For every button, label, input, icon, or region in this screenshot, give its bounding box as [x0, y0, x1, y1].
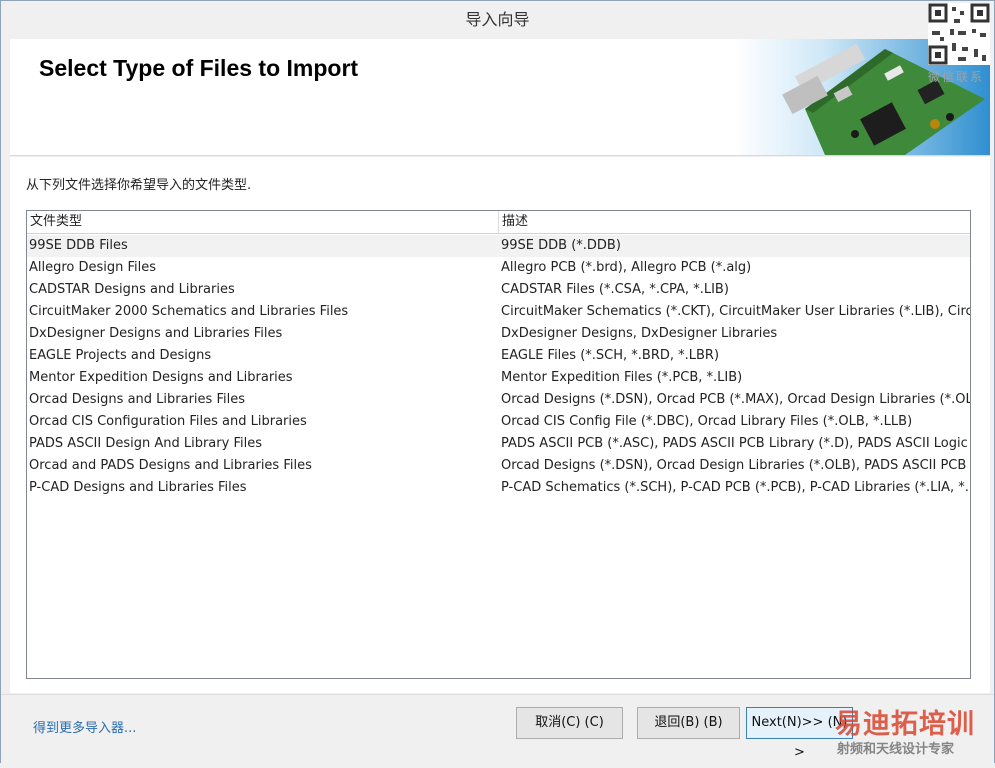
import-wizard-window: 导入向导 Select Type of Files to Import 从下列文… [0, 0, 995, 763]
list-rows: 99SE DDB Files 99SE DDB (*.DDB) Allegro De… [27, 235, 970, 499]
instruction-text: 从下列文件选择你希望导入的文件类型. [26, 178, 252, 193]
cancel-button[interactable]: 取消(C) (C) [516, 707, 623, 739]
list-item[interactable]: EAGLE Projects and Designs EAGLE Files (*… [27, 345, 970, 367]
list-item[interactable]: Orcad Designs and Libraries Files Orcad D… [27, 389, 970, 411]
get-more-importers-link[interactable]: 得到更多导入器... [33, 717, 136, 736]
file-type-cell: Mentor Expedition Designs and Libraries [29, 370, 293, 385]
file-type-cell: Orcad Designs and Libraries Files [29, 392, 245, 407]
list-header: 文件类型 描述 [27, 211, 970, 234]
description-cell: CADSTAR Files (*.CSA, *.CPA, *.LIB) [501, 282, 729, 297]
list-item[interactable]: CADSTAR Designs and Libraries CADSTAR Fil… [27, 279, 970, 301]
page-title: Select Type of Files to Import [39, 55, 359, 81]
list-item[interactable]: DxDesigner Designs and Libraries Files Dx… [27, 323, 970, 345]
wizard-footer: 得到更多导入器... 取消(C) (C) 退回(B) (B) Next(N)>>… [1, 694, 994, 763]
description-cell: DxDesigner Designs, DxDesigner Libraries [501, 326, 778, 341]
qr-code-icon [928, 3, 990, 65]
file-type-list[interactable]: 文件类型 描述 99SE DDB Files 99SE DDB (*.DDB) Al… [26, 210, 971, 679]
column-header-file-type[interactable]: 文件类型 [27, 211, 499, 233]
file-type-cell: DxDesigner Designs and Libraries Files [29, 326, 283, 341]
description-cell: CircuitMaker Schematics (*.CKT), Circuit… [501, 304, 970, 319]
description-cell: P-CAD Schematics (*.SCH), P-CAD PCB (*.P… [501, 480, 970, 495]
list-item[interactable]: Mentor Expedition Designs and Libraries M… [27, 367, 970, 389]
file-type-cell: CADSTAR Designs and Libraries [29, 282, 235, 297]
list-item[interactable]: Allegro Design Files Allegro PCB (*.brd),… [27, 257, 970, 279]
description-cell: Allegro PCB (*.brd), Allegro PCB (*.alg) [501, 260, 752, 275]
qr-caption: 微信联系 [928, 70, 985, 84]
back-button[interactable]: 退回(B) (B) [637, 707, 740, 739]
list-item[interactable]: CircuitMaker 2000 Schematics and Librari… [27, 301, 970, 323]
next-button[interactable]: Next(N)>> (N) > [746, 707, 853, 760]
list-item[interactable]: Orcad CIS Configuration Files and Librar… [27, 411, 970, 433]
wizard-body: 从下列文件选择你希望导入的文件类型. 文件类型 描述 99SE DDB File… [10, 157, 990, 693]
file-type-cell: 99SE DDB Files [29, 238, 128, 253]
description-cell: EAGLE Files (*.SCH, *.BRD, *.LBR) [501, 348, 720, 363]
wizard-header: Select Type of Files to Import [10, 39, 990, 156]
column-header-description[interactable]: 描述 [499, 211, 969, 233]
file-type-cell: P-CAD Designs and Libraries Files [29, 480, 247, 495]
file-type-cell: CircuitMaker 2000 Schematics and Librari… [29, 304, 349, 319]
description-cell: Orcad Designs (*.DSN), Orcad Design Libr… [501, 458, 970, 473]
file-type-cell: EAGLE Projects and Designs [29, 348, 212, 363]
list-item[interactable]: PADS ASCII Design And Library Files PADS … [27, 433, 970, 455]
description-cell: Mentor Expedition Files (*.PCB, *.LIB) [501, 370, 743, 385]
description-cell: Orcad CIS Config File (*.DBC), Orcad Lib… [501, 414, 913, 429]
file-type-cell: PADS ASCII Design And Library Files [29, 436, 262, 451]
list-item[interactable]: P-CAD Designs and Libraries Files P-CAD S… [27, 477, 970, 499]
description-cell: Orcad Designs (*.DSN), Orcad PCB (*.MAX)… [501, 392, 970, 407]
description-cell: 99SE DDB (*.DDB) [501, 238, 621, 253]
window-title: 导入向导 [1, 1, 994, 38]
file-type-cell: Allegro Design Files [29, 260, 157, 275]
description-cell: PADS ASCII PCB (*.ASC), PADS ASCII PCB L… [501, 436, 970, 451]
file-type-cell: Orcad CIS Configuration Files and Librar… [29, 414, 307, 429]
list-item[interactable]: 99SE DDB Files 99SE DDB (*.DDB) [27, 235, 970, 257]
file-type-cell: Orcad and PADS Designs and Libraries Fil… [29, 458, 312, 473]
list-item[interactable]: Orcad and PADS Designs and Libraries Fil… [27, 455, 970, 477]
